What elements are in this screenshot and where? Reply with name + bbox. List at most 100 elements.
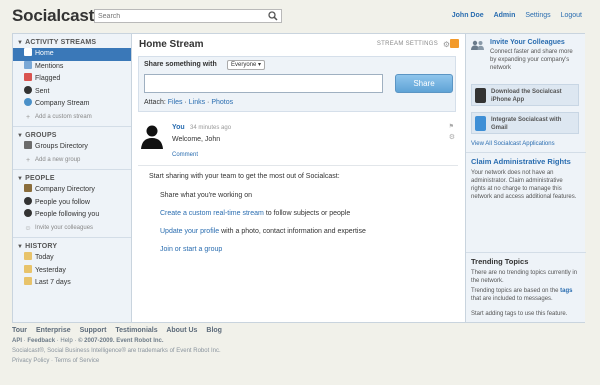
sidebar-item-groups-directory[interactable]: Groups Directory [13, 141, 131, 154]
attach-photos-link[interactable]: Photos [211, 99, 233, 106]
gear-icon[interactable]: ⚙ [449, 133, 455, 141]
sidebar-item-label: Today [35, 254, 54, 261]
share-box: Share something with Everyone ▾ Share At… [138, 56, 456, 112]
sidebar-item-flagged[interactable]: Flagged [13, 73, 131, 86]
sidebar-item-yesterday[interactable]: Yesterday [13, 264, 131, 278]
share-button[interactable]: Share [395, 74, 453, 93]
logo[interactable]: Socialcast [12, 6, 94, 26]
globe-icon [24, 98, 32, 106]
admin-link[interactable]: Admin [494, 12, 516, 19]
tags-link[interactable]: tags [560, 288, 572, 294]
invite-colleagues-link[interactable]: ☺ Invite your colleagues [13, 222, 131, 235]
avatar[interactable] [140, 123, 164, 149]
rss-icon[interactable] [450, 39, 459, 48]
invite-description: Connect faster and share more by expandi… [490, 49, 573, 71]
step-text: with a photo, contact information and ex… [219, 228, 366, 235]
onboarding-step-share: Share what you're working on [160, 192, 252, 199]
sidebar-item-label: Company Stream [35, 100, 90, 107]
search-input[interactable] [95, 10, 265, 22]
sidebar-item-people-you-follow[interactable]: People you follow [13, 196, 131, 210]
comment-link[interactable]: Comment [172, 152, 198, 158]
onboarding-step-profile: Update your profile with a photo, contac… [160, 228, 449, 235]
people-label: PEOPLE [25, 175, 55, 182]
history-header[interactable]: ▼ HISTORY [13, 241, 131, 252]
message-item: You 34 minutes ago Welcome, John Comment… [138, 121, 458, 166]
footer-link-support[interactable]: Support [80, 327, 107, 334]
iphone-app-label: Download the Socialcast iPhone App [491, 89, 562, 103]
share-label: Share something with [144, 61, 217, 68]
sidebar-item-label: Flagged [35, 75, 61, 82]
sidebar-item-sent[interactable]: Sent [13, 85, 131, 99]
at-icon [24, 60, 32, 69]
sidebar-item-label: Last 7 days [35, 279, 71, 286]
sidebar-item-label: People you follow [35, 198, 90, 206]
people-icon [471, 40, 484, 50]
sidebar-item-home[interactable]: Home [13, 48, 131, 61]
sidebar-item-last-7-days[interactable]: Last 7 days [13, 277, 131, 290]
calendar-icon [24, 252, 32, 260]
gmail-label: Integrate Socialcast with Gmail [491, 117, 562, 131]
invite-colleagues-link[interactable]: Invite Your Colleagues [490, 39, 565, 46]
activity-streams-header[interactable]: ▼ ACTIVITY STREAMS [13, 37, 131, 48]
footer-link-tour[interactable]: Tour [12, 327, 27, 334]
left-sidebar: ▼ ACTIVITY STREAMS Home Mentions Flagged … [13, 34, 132, 322]
join-group-link[interactable]: Join or start a group [160, 246, 222, 253]
groups-header[interactable]: ▼ GROUPS [13, 130, 131, 141]
sidebar-item-label: Home [35, 50, 54, 57]
terms-of-service-link[interactable]: Terms of Service [55, 358, 100, 364]
sidebar-item-label: Mentions [35, 62, 64, 70]
footer-feedback-link[interactable]: Feedback [27, 338, 55, 344]
sidebar-item-mentions[interactable]: Mentions [13, 60, 131, 74]
footer-link-testimonials[interactable]: Testimonials [115, 327, 157, 334]
plus-icon: + [25, 156, 31, 164]
message-body: Welcome, John [172, 136, 221, 143]
flag-icon[interactable]: ⚑ [449, 123, 454, 130]
footer-link-blog[interactable]: Blog [206, 327, 222, 334]
privacy-policy-link[interactable]: Privacy Policy [12, 358, 49, 364]
attach-links-link[interactable]: Links [189, 99, 205, 106]
sidebar-item-company-stream[interactable]: Company Stream [13, 98, 131, 111]
gmail-integration-button[interactable]: Integrate Socialcast with Gmail [471, 112, 579, 134]
add-new-group-link[interactable]: + Add a new group [13, 154, 131, 167]
trending-topics-title: Trending Topics [471, 257, 529, 266]
sidebar-item-people-following-you[interactable]: People following you [13, 209, 131, 222]
search-icon[interactable] [268, 11, 278, 21]
view-all-apps-link[interactable]: View All Socialcast Applications [471, 141, 555, 147]
footer-api-link[interactable]: API [12, 338, 22, 344]
invite-icon: ☺ [24, 224, 32, 232]
share-input[interactable] [144, 74, 383, 93]
footer-link-about[interactable]: About Us [166, 327, 197, 334]
sidebar-item-company-directory[interactable]: Company Directory [13, 184, 131, 197]
onboarding-intro: Start sharing with your team to get the … [149, 173, 340, 180]
attach-files-link[interactable]: Files [168, 99, 183, 106]
iphone-app-button[interactable]: Download the Socialcast iPhone App [471, 84, 579, 106]
footer-help-link[interactable]: Help [60, 338, 72, 344]
flag-icon [24, 73, 32, 81]
trending-text-start: Start adding tags to use this feature. [471, 311, 568, 317]
search-box[interactable] [94, 9, 282, 23]
person-icon [24, 196, 32, 205]
claim-admin-link[interactable]: Claim Administrative Rights [471, 157, 571, 166]
people-header[interactable]: ▼ PEOPLE [13, 173, 131, 184]
gear-icon[interactable]: ⚙ [443, 40, 450, 49]
logout-link[interactable]: Logout [561, 12, 582, 19]
audience-select[interactable]: Everyone ▾ [227, 60, 266, 70]
update-profile-link[interactable]: Update your profile [160, 228, 219, 235]
stream-settings-link[interactable]: STREAM SETTINGS [377, 41, 438, 47]
add-custom-stream-link[interactable]: + Add a custom stream [13, 111, 131, 124]
main-container: ▼ ACTIVITY STREAMS Home Mentions Flagged … [12, 33, 586, 323]
trending-text: Trending topics are based on the [471, 288, 561, 294]
message-timestamp: 34 minutes ago [190, 125, 232, 131]
create-stream-link[interactable]: Create a custom real-time stream [160, 210, 264, 217]
home-icon [24, 48, 32, 56]
footer: Tour Enterprise Support Testimonials Abo… [12, 327, 592, 364]
message-author-link[interactable]: You [172, 124, 185, 131]
claim-admin-description: Your network does not have an administra… [471, 170, 577, 200]
settings-link[interactable]: Settings [525, 12, 550, 19]
user-name-link[interactable]: John Doe [452, 12, 484, 19]
add-stream-label: Add a custom stream [35, 113, 92, 120]
footer-link-enterprise[interactable]: Enterprise [36, 327, 71, 334]
page-title: Home Stream [139, 39, 204, 50]
sidebar-item-today[interactable]: Today [13, 252, 131, 265]
sidebar-item-label: Sent [35, 87, 50, 95]
